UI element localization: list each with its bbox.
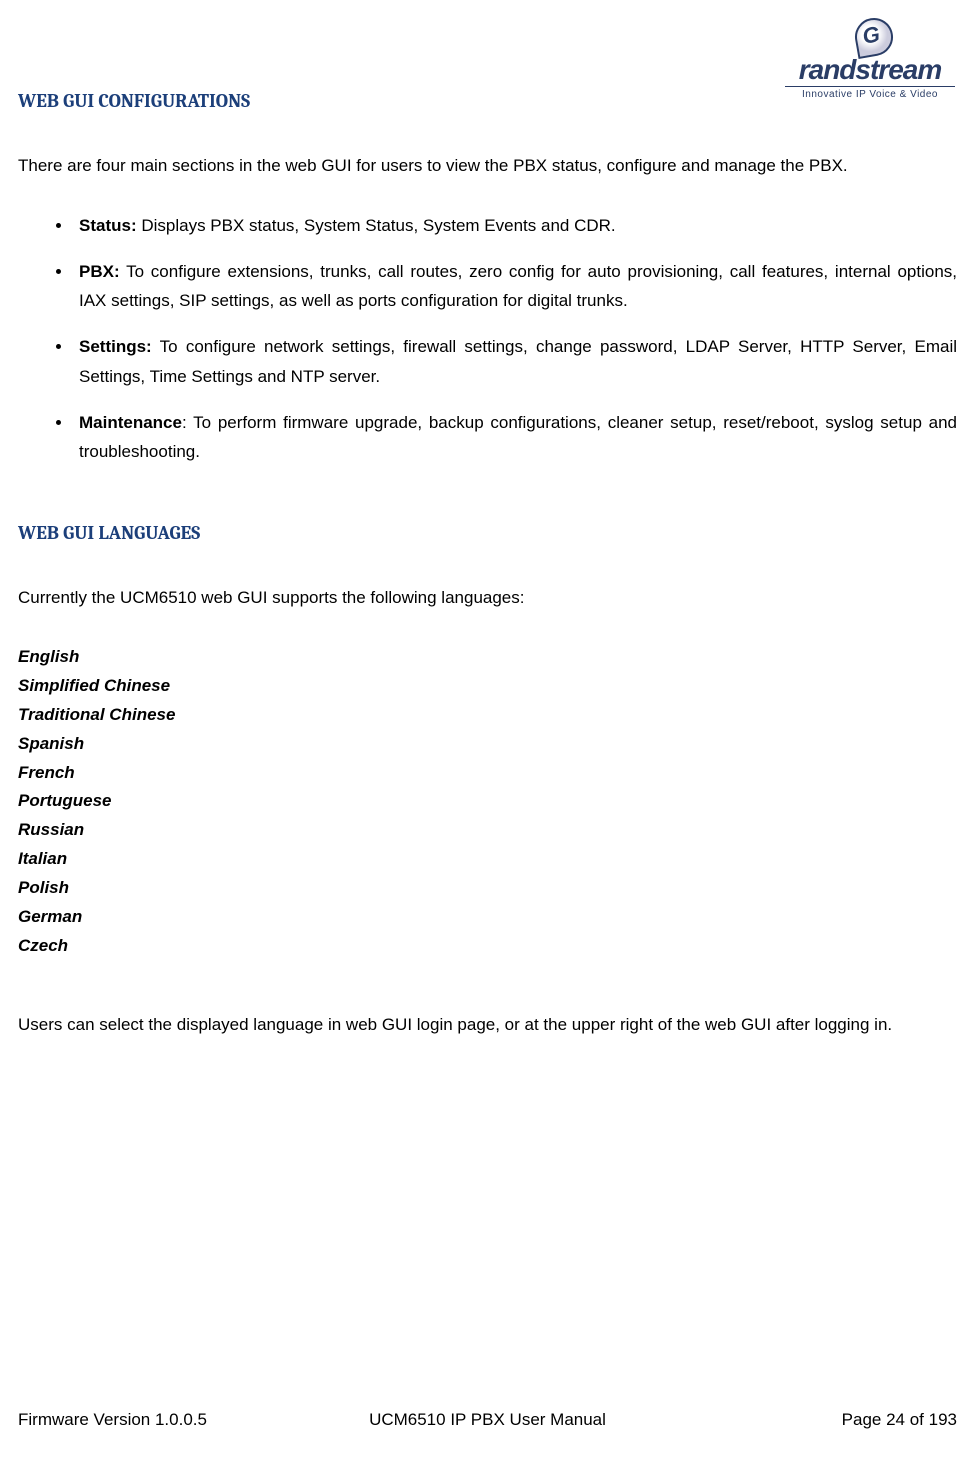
- language-item: Czech: [18, 932, 957, 961]
- logo-tagline: Innovative IP Voice & Video: [785, 86, 955, 100]
- language-item: German: [18, 903, 957, 932]
- item-desc: Displays PBX status, System Status, Syst…: [137, 216, 616, 235]
- brand-logo: randstream Innovative IP Voice & Video: [785, 18, 955, 100]
- intro-configurations: There are four main sections in the web …: [18, 152, 957, 181]
- logo-icon: [852, 15, 896, 59]
- item-desc: : To perform firmware upgrade, backup co…: [79, 413, 957, 462]
- language-item: Russian: [18, 816, 957, 845]
- item-name: Settings:: [79, 337, 152, 356]
- list-item: Maintenance: To perform firmware upgrade…: [73, 408, 957, 468]
- item-name: PBX:: [79, 262, 120, 281]
- item-desc: To configure network settings, firewall …: [79, 337, 957, 386]
- page-footer: Firmware Version 1.0.0.5 UCM6510 IP PBX …: [18, 1410, 957, 1430]
- intro-languages: Currently the UCM6510 web GUI supports t…: [18, 584, 957, 613]
- footer-title: UCM6510 IP PBX User Manual: [18, 1410, 957, 1430]
- language-item: Simplified Chinese: [18, 672, 957, 701]
- logo-text: randstream: [785, 56, 955, 84]
- list-item: Settings: To configure network settings,…: [73, 332, 957, 392]
- language-item: Polish: [18, 874, 957, 903]
- language-item: Spanish: [18, 730, 957, 759]
- item-desc: To configure extensions, trunks, call ro…: [79, 262, 957, 311]
- language-item: French: [18, 759, 957, 788]
- outro-languages: Users can select the displayed language …: [18, 1011, 957, 1040]
- language-item: Portuguese: [18, 787, 957, 816]
- language-item: Italian: [18, 845, 957, 874]
- configuration-sections-list: Status: Displays PBX status, System Stat…: [18, 211, 957, 467]
- item-name: Status:: [79, 216, 137, 235]
- language-list: English Simplified Chinese Traditional C…: [18, 643, 957, 961]
- item-name: Maintenance: [79, 413, 182, 432]
- document-page: randstream Innovative IP Voice & Video W…: [0, 0, 975, 1470]
- language-item: Traditional Chinese: [18, 701, 957, 730]
- language-item: English: [18, 643, 957, 672]
- list-item: PBX: To configure extensions, trunks, ca…: [73, 257, 957, 317]
- heading-languages: WEB GUI LANGUAGES: [18, 522, 957, 544]
- list-item: Status: Displays PBX status, System Stat…: [73, 211, 957, 241]
